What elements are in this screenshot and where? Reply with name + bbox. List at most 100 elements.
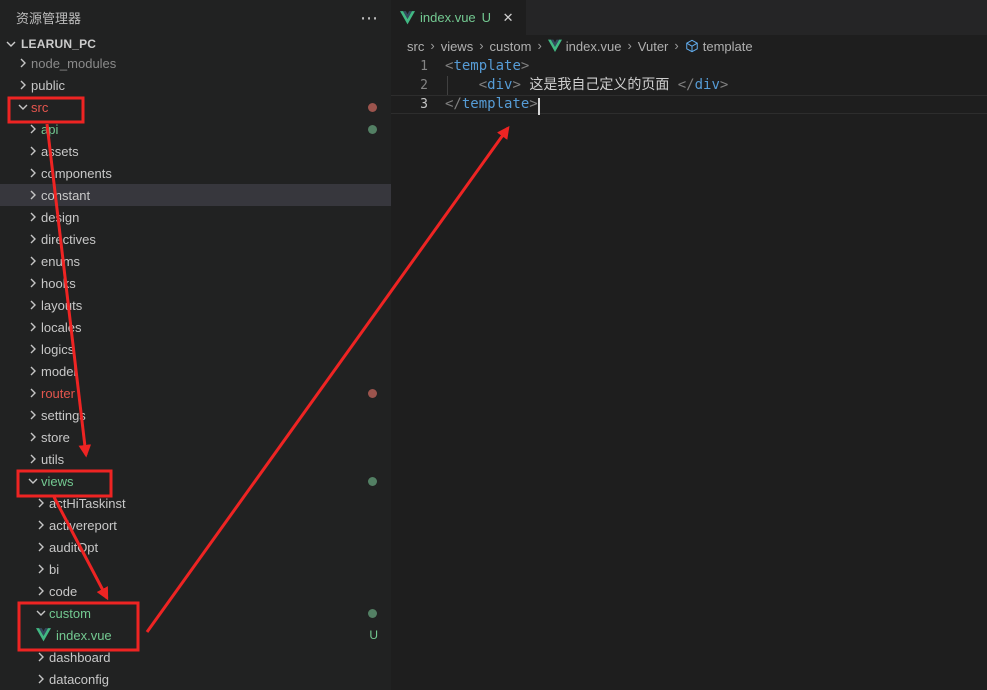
chevron-right-icon[interactable] xyxy=(24,121,41,137)
tree-item-acthitaskinst[interactable]: actHiTaskinst xyxy=(0,492,391,514)
more-actions-icon[interactable]: ⋯ xyxy=(360,13,379,23)
chevron-right-icon[interactable] xyxy=(24,297,41,313)
tree-item-hooks[interactable]: hooks xyxy=(0,272,391,294)
chevron-right-icon[interactable] xyxy=(32,517,49,533)
chevron-down-icon[interactable] xyxy=(14,99,31,115)
chevron-down-icon[interactable] xyxy=(32,605,49,621)
breadcrumb-item-vuter[interactable]: Vuter xyxy=(638,39,669,54)
tree-item-label: store xyxy=(41,430,70,445)
tab-bar: index.vue U ✕ xyxy=(391,0,987,35)
tree-item-enums[interactable]: enums xyxy=(0,250,391,272)
tree-item-layouts[interactable]: layouts xyxy=(0,294,391,316)
tree-item-label: settings xyxy=(41,408,86,423)
explorer-title-bar: 资源管理器 ⋯ xyxy=(0,0,391,35)
tree-item-router[interactable]: router xyxy=(0,382,391,404)
chevron-right-icon[interactable] xyxy=(32,583,49,599)
breadcrumb-item-index-vue[interactable]: index.vue xyxy=(548,39,622,54)
workspace-root-label: LEARUN_PC xyxy=(21,37,96,51)
chevron-right-icon[interactable] xyxy=(24,385,41,401)
code-line-1[interactable]: 1<template> xyxy=(391,57,987,76)
tree-item-components[interactable]: components xyxy=(0,162,391,184)
tree-item-design[interactable]: design xyxy=(0,206,391,228)
chevron-right-icon[interactable] xyxy=(32,561,49,577)
chevron-right-icon[interactable] xyxy=(24,341,41,357)
tree-item-code[interactable]: code xyxy=(0,580,391,602)
tab-git-badge: U xyxy=(482,10,491,25)
editor-group: index.vue U ✕ src›views›custom›index.vue… xyxy=(391,0,987,690)
tree-item-label: layouts xyxy=(41,298,82,313)
chevron-right-icon[interactable] xyxy=(14,55,31,71)
chevron-right-icon[interactable] xyxy=(24,363,41,379)
tree-item-src[interactable]: src xyxy=(0,96,391,118)
tree-item-directives[interactable]: directives xyxy=(0,228,391,250)
breadcrumb-separator: › xyxy=(537,38,541,53)
breadcrumb-item-src[interactable]: src xyxy=(407,39,424,54)
tree-item-node_modules[interactable]: node_modules xyxy=(0,52,391,74)
tree-item-dataconfig[interactable]: dataconfig xyxy=(0,668,391,690)
chevron-right-icon[interactable] xyxy=(24,275,41,291)
chevron-right-icon[interactable] xyxy=(24,143,41,159)
chevron-down-icon[interactable] xyxy=(24,473,41,489)
breadcrumb-label: template xyxy=(703,39,753,54)
chevron-right-icon[interactable] xyxy=(24,231,41,247)
chevron-right-icon[interactable] xyxy=(24,451,41,467)
tree-item-store[interactable]: store xyxy=(0,426,391,448)
tree-item-label: views xyxy=(41,474,74,489)
tree-item-index-vue[interactable]: index.vueU xyxy=(0,624,391,646)
tree-item-utils[interactable]: utils xyxy=(0,448,391,470)
symbol-cube-icon xyxy=(685,40,699,53)
chevron-right-icon[interactable] xyxy=(24,209,41,225)
tree-item-public[interactable]: public xyxy=(0,74,391,96)
tree-item-api[interactable]: api xyxy=(0,118,391,140)
tree-item-label: dataconfig xyxy=(49,672,109,687)
tree-item-auditopt[interactable]: auditOpt xyxy=(0,536,391,558)
breadcrumb-item-views[interactable]: views xyxy=(441,39,474,54)
tree-item-locales[interactable]: locales xyxy=(0,316,391,338)
chevron-right-icon[interactable] xyxy=(24,165,41,181)
chevron-right-icon[interactable] xyxy=(24,319,41,335)
workspace-root-header[interactable]: LEARUN_PC xyxy=(0,35,391,53)
tree-item-label: public xyxy=(31,78,65,93)
chevron-right-icon[interactable] xyxy=(32,495,49,511)
tree-item-label: directives xyxy=(41,232,96,247)
tree-item-label: auditOpt xyxy=(49,540,98,555)
untracked-dot-badge xyxy=(368,609,377,618)
tree-item-assets[interactable]: assets xyxy=(0,140,391,162)
chevron-right-icon[interactable] xyxy=(24,253,41,269)
tree-item-label: bi xyxy=(49,562,59,577)
tree-item-custom[interactable]: custom xyxy=(0,602,391,624)
tree-item-logics[interactable]: logics xyxy=(0,338,391,360)
code-line-3[interactable]: 3</template> xyxy=(391,95,987,114)
vue-icon xyxy=(548,40,562,53)
tree-item-label: custom xyxy=(49,606,91,621)
explorer-sidebar: 资源管理器 ⋯ LEARUN_PC node_modulespublicsrca… xyxy=(0,0,391,690)
tree-item-model[interactable]: model xyxy=(0,360,391,382)
explorer-title: 资源管理器 xyxy=(16,8,81,27)
chevron-right-icon[interactable] xyxy=(14,77,31,93)
breadcrumb-label: src xyxy=(407,39,424,54)
text-cursor xyxy=(538,98,540,115)
tree-item-activereport[interactable]: activereport xyxy=(0,514,391,536)
chevron-right-icon[interactable] xyxy=(24,187,41,203)
close-icon[interactable]: ✕ xyxy=(500,10,516,26)
chevron-right-icon[interactable] xyxy=(32,671,49,687)
tree-item-dashboard[interactable]: dashboard xyxy=(0,646,391,668)
chevron-right-icon[interactable] xyxy=(32,539,49,555)
tree-item-settings[interactable]: settings xyxy=(0,404,391,426)
tree-item-label: code xyxy=(49,584,77,599)
tree-item-bi[interactable]: bi xyxy=(0,558,391,580)
code-line-2[interactable]: 2 <div> 这是我自己定义的页面 </div> xyxy=(391,76,987,95)
tab-index-vue[interactable]: index.vue U ✕ xyxy=(391,0,526,35)
breadcrumb-separator: › xyxy=(627,38,631,53)
breadcrumb-item-template[interactable]: template xyxy=(685,39,753,54)
tree-item-label: logics xyxy=(41,342,74,357)
code-editor[interactable]: 1<template>2 <div> 这是我自己定义的页面 </div>3</t… xyxy=(391,57,987,690)
breadcrumb-item-custom[interactable]: custom xyxy=(490,39,532,54)
error-dot-badge xyxy=(368,103,377,112)
tree-item-constant[interactable]: constant xyxy=(0,184,391,206)
chevron-right-icon[interactable] xyxy=(24,407,41,423)
chevron-right-icon[interactable] xyxy=(24,429,41,445)
tree-item-views[interactable]: views xyxy=(0,470,391,492)
chevron-right-icon[interactable] xyxy=(32,649,49,665)
tree-item-label: index.vue xyxy=(56,628,112,643)
